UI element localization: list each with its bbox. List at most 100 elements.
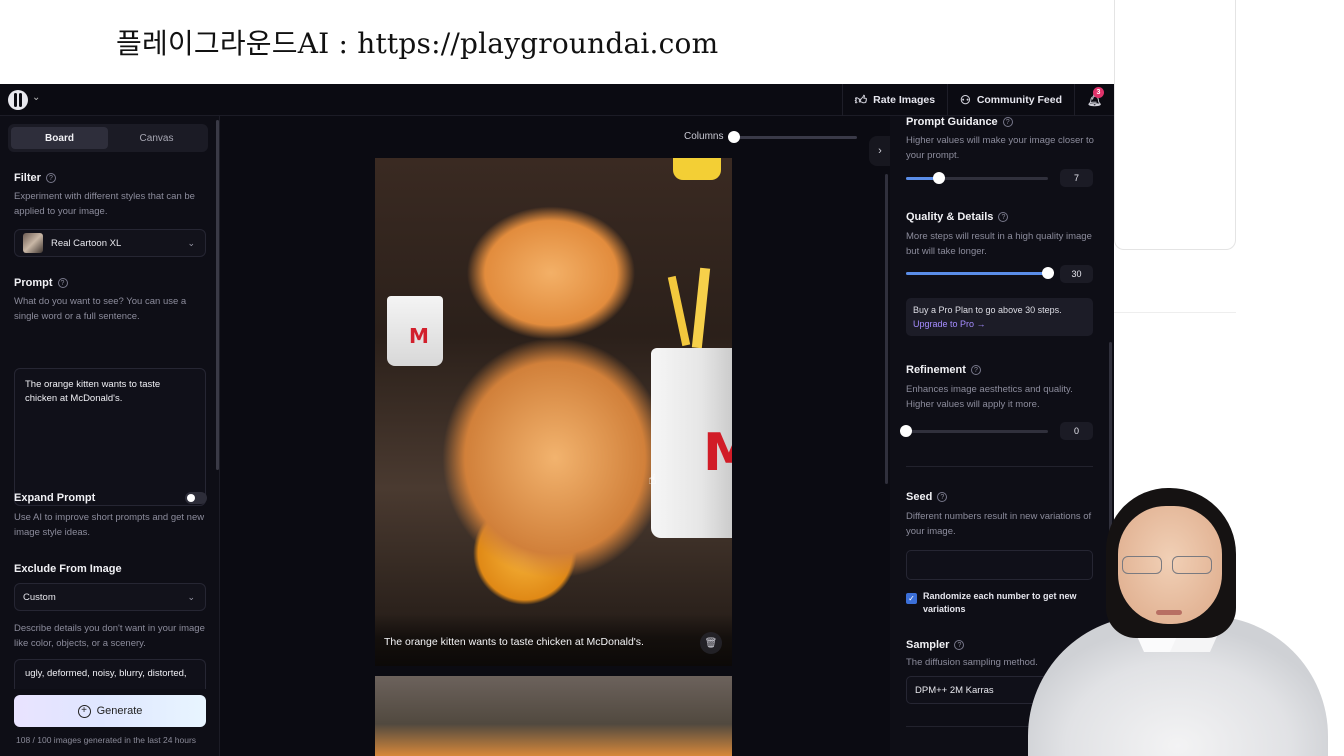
- sampler-title: Sampler ?: [906, 639, 965, 651]
- notification-badge: 3: [1093, 87, 1104, 98]
- playground-logo-icon[interactable]: [8, 90, 28, 110]
- generated-image-card[interactable]: [375, 676, 732, 756]
- prompt-guidance-description: Higher values will make your image close…: [906, 135, 1094, 161]
- image-detail-cup-right: M: [651, 348, 732, 538]
- slider-handle[interactable]: [900, 425, 912, 437]
- video-caption: 플레이그라운드AI : https://playgroundai.com: [116, 27, 719, 60]
- collapse-panel-button[interactable]: ›: [869, 136, 891, 166]
- prompt-guidance-slider[interactable]: [906, 172, 1048, 184]
- quality-value[interactable]: 30: [1060, 265, 1093, 283]
- slider-handle[interactable]: [932, 172, 945, 184]
- image-detail-cup-left: M: [387, 296, 443, 366]
- pro-plan-text: Buy a Pro Plan to go above 30 steps.: [913, 305, 1062, 315]
- quality-title: Quality & Details ?: [906, 211, 1009, 223]
- filter-thumbnail: [23, 233, 43, 253]
- negative-prompt-textarea[interactable]: ugly, deformed, noisy, blurry, distorted…: [14, 659, 206, 689]
- tab-canvas[interactable]: Canvas: [108, 127, 205, 149]
- help-icon[interactable]: ?: [954, 640, 965, 650]
- exclude-title: Exclude From Image: [14, 563, 122, 575]
- rate-images-button[interactable]: 👍︎ Rate Images: [841, 84, 947, 116]
- prompt-description: What do you want to see? You can use a s…: [14, 296, 187, 322]
- m-logo-icon: M: [703, 423, 732, 483]
- prompt-textarea[interactable]: The orange kitten wants to taste chicken…: [14, 368, 206, 506]
- rate-images-label: Rate Images: [873, 94, 936, 106]
- hand-cursor-icon: ☝︎: [648, 471, 657, 487]
- refinement-value[interactable]: 0: [1060, 422, 1093, 440]
- slider-fill: [906, 272, 1048, 275]
- filter-selected-value: Real Cartoon XL: [51, 237, 122, 249]
- sampler-selected-value: DPM++ 2M Karras: [915, 684, 994, 696]
- help-icon[interactable]: ?: [1002, 117, 1013, 127]
- prompt-guidance-title: Prompt Guidance ?: [906, 116, 1013, 128]
- prompt-guidance-value[interactable]: 7: [1060, 169, 1093, 187]
- chevron-down-icon[interactable]: ⌄: [32, 92, 40, 103]
- help-icon[interactable]: ?: [998, 212, 1009, 222]
- background-window-card: [1114, 0, 1236, 250]
- quality-slider[interactable]: [906, 267, 1054, 279]
- presenter-glasses: [1114, 556, 1226, 576]
- chevron-right-icon: ›: [878, 145, 882, 157]
- expand-prompt-title: Expand Prompt: [14, 492, 95, 504]
- columns-slider-handle[interactable]: [728, 131, 740, 143]
- randomize-checkbox[interactable]: ✓: [906, 593, 917, 604]
- help-icon[interactable]: ?: [937, 492, 948, 502]
- help-icon[interactable]: ?: [57, 278, 68, 288]
- community-feed-label: Community Feed: [976, 94, 1062, 106]
- refinement-title: Refinement ?: [906, 364, 981, 376]
- prompt-guidance-title-text: Prompt Guidance: [906, 116, 998, 128]
- section-divider: [906, 466, 1093, 467]
- trash-icon[interactable]: 🗑︎: [700, 632, 722, 654]
- help-icon[interactable]: ?: [45, 173, 56, 183]
- background-divider: [1114, 312, 1236, 313]
- generation-quota: 108 / 100 images generated in the last 2…: [16, 735, 197, 745]
- tab-board[interactable]: Board: [11, 127, 108, 149]
- top-bar: ⌄ 👍︎ Rate Images ⚇ Community Feed 🔔︎ 3: [0, 84, 1114, 116]
- generate-label: Generate: [96, 705, 143, 717]
- quality-description: More steps will result in a high quality…: [906, 231, 1092, 257]
- generate-button[interactable]: + Generate: [14, 695, 206, 727]
- exclude-title-text: Exclude From Image: [14, 563, 122, 575]
- notifications-button[interactable]: 🔔︎ 3: [1074, 84, 1114, 116]
- playground-app: ⌄ 👍︎ Rate Images ⚇ Community Feed 🔔︎ 3 B…: [0, 84, 1114, 756]
- columns-label: Columns: [684, 131, 724, 142]
- sampler-title-text: Sampler: [906, 639, 950, 651]
- left-scrollbar[interactable]: [216, 120, 219, 470]
- presenter-webcam: [1018, 486, 1344, 756]
- expand-prompt-description: Use AI to improve short prompts and get …: [14, 512, 205, 538]
- top-bar-actions: 👍︎ Rate Images ⚇ Community Feed 🔔︎ 3: [841, 84, 1114, 116]
- seed-title: Seed ?: [906, 491, 948, 503]
- chevron-down-icon: ⌄: [187, 237, 195, 248]
- exclude-description: Describe details you don't want in your …: [14, 623, 205, 649]
- glasses-lens: [1122, 556, 1162, 574]
- prompt-title: Prompt ?: [14, 277, 68, 289]
- glasses-lens: [1172, 556, 1212, 574]
- screen: 플레이그라운드AI : https://playgroundai.com ⌄ 👍…: [0, 0, 1344, 756]
- filter-select[interactable]: Real Cartoon XL ⌄: [14, 229, 206, 257]
- help-icon[interactable]: ?: [970, 365, 981, 375]
- upgrade-to-pro-link[interactable]: Upgrade to Pro →: [913, 317, 1086, 331]
- chevron-down-icon: ⌄: [187, 591, 195, 602]
- presenter-mouth: [1156, 610, 1182, 615]
- slider-handle[interactable]: [1042, 267, 1054, 279]
- prompt-title-text: Prompt: [14, 277, 53, 289]
- exclude-select[interactable]: Custom ⌄: [14, 583, 206, 611]
- columns-slider-track[interactable]: [733, 136, 857, 139]
- quality-title-text: Quality & Details: [906, 211, 994, 223]
- expand-prompt-title-text: Expand Prompt: [14, 492, 96, 504]
- community-feed-button[interactable]: ⚇ Community Feed: [947, 84, 1074, 116]
- board-scrollbar[interactable]: [885, 174, 888, 484]
- thumbs-up-icon: 👍︎: [854, 92, 868, 107]
- refinement-slider[interactable]: [900, 425, 1048, 437]
- m-logo-icon: M: [409, 324, 429, 348]
- filter-description: Experiment with different styles that ca…: [14, 191, 195, 217]
- refinement-title-text: Refinement: [906, 364, 966, 376]
- exclude-selected-value: Custom: [23, 591, 56, 603]
- refinement-description: Enhances image aesthetics and quality. H…: [906, 384, 1073, 410]
- generated-image-card[interactable]: M M The orange kitten wants to taste chi…: [375, 158, 732, 666]
- users-icon: ⚇: [960, 93, 971, 107]
- expand-prompt-toggle[interactable]: [185, 492, 207, 504]
- filter-title: Filter ?: [14, 172, 56, 184]
- view-mode-tabs: Board Canvas: [8, 124, 208, 152]
- seed-title-text: Seed: [906, 491, 933, 503]
- left-sidebar: Board Canvas Filter ? Experiment with di…: [0, 116, 220, 756]
